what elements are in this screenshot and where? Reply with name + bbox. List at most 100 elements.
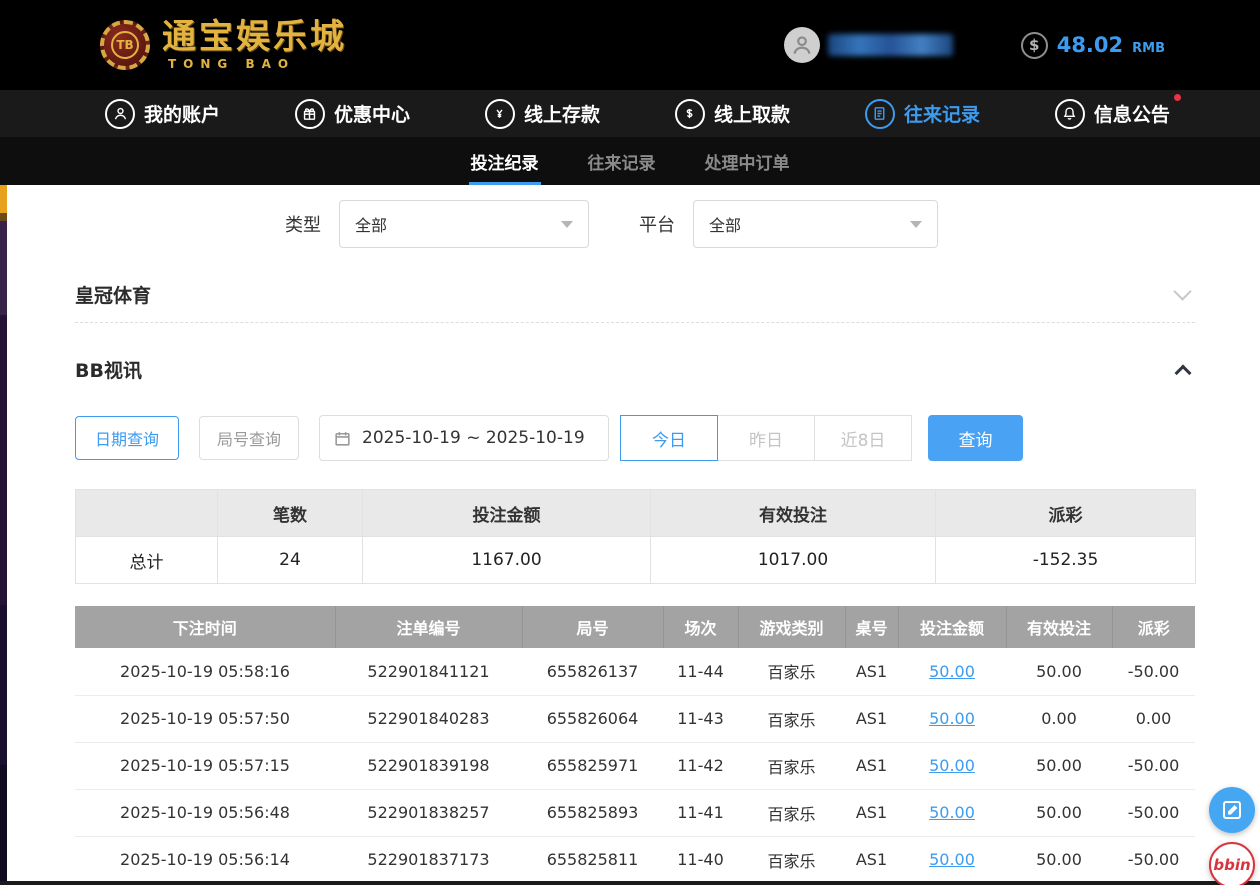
cell-session: 11-44	[663, 648, 738, 695]
balance[interactable]: $ 48.02 RMB	[1021, 32, 1165, 59]
table-row: 2025-10-19 05:57:50 522901840283 6558260…	[75, 695, 1195, 742]
platform-label: 平台	[639, 211, 675, 237]
user-icon	[105, 99, 135, 129]
cell-order: 522901838257	[335, 789, 522, 836]
tab-bet-records[interactable]: 投注纪录	[469, 137, 541, 185]
chip-tb-label: TB	[111, 31, 139, 59]
cell-table: AS1	[845, 789, 898, 836]
cell-payout: 0.00	[1112, 695, 1195, 742]
summary-count: 24	[218, 537, 363, 584]
balance-currency: RMB	[1132, 35, 1165, 56]
cell-game: 百家乐	[738, 789, 845, 836]
cell-game: 百家乐	[738, 836, 845, 883]
chevron-up-icon[interactable]	[1175, 365, 1192, 382]
detail-header-round: 局号	[522, 606, 663, 648]
date-range-input[interactable]: 2025-10-19 ~ 2025-10-19	[319, 415, 609, 461]
cell-round: 655826137	[522, 648, 663, 695]
summary-total-label: 总计	[76, 537, 218, 584]
chevron-down-icon[interactable]	[1173, 282, 1191, 300]
avatar[interactable]	[784, 27, 820, 63]
cell-time: 2025-10-19 05:56:14	[75, 836, 335, 883]
detail-header-time: 下注时间	[75, 606, 335, 648]
logo-title: 通宝娱乐城	[162, 19, 347, 56]
today-button[interactable]: 今日	[620, 415, 718, 461]
round-query-button[interactable]: 局号查询	[199, 416, 299, 460]
cell-payout: -50.00	[1112, 742, 1195, 789]
quick-date-segment: 今日 昨日 近8日	[621, 415, 912, 461]
balance-amount: 48.02	[1057, 33, 1123, 57]
top-header: TB 通宝娱乐城 TONG BAO $ 48.02 RMB	[0, 0, 1260, 90]
summary-payout: -152.35	[936, 537, 1196, 584]
site-logo[interactable]: TB 通宝娱乐城 TONG BAO	[100, 19, 347, 70]
bet-amount-link[interactable]: 50.00	[929, 850, 975, 869]
section-crown-sports[interactable]: 皇冠体育	[75, 272, 1195, 316]
summary-header-row: 笔数 投注金额 有效投注 派彩	[76, 490, 1196, 537]
cell-time: 2025-10-19 05:57:15	[75, 742, 335, 789]
nav-item-withdraw[interactable]: 线上取款	[675, 99, 790, 129]
summary-header-valid-bet: 有效投注	[651, 490, 936, 537]
bell-icon	[1055, 99, 1085, 129]
nav-item-my-account[interactable]: 我的账户	[105, 99, 220, 129]
calendar-icon	[333, 429, 352, 448]
search-button[interactable]: 查询	[928, 415, 1023, 461]
chevron-down-icon	[910, 221, 922, 228]
nav-item-announcements[interactable]: 信息公告	[1055, 99, 1170, 129]
cell-game: 百家乐	[738, 742, 845, 789]
section-bb-video[interactable]: BB视讯	[75, 347, 1195, 391]
nav-label: 优惠中心	[334, 100, 410, 127]
cell-payout: -50.00	[1112, 648, 1195, 695]
yesterday-button[interactable]: 昨日	[717, 415, 815, 461]
cell-session: 11-43	[663, 695, 738, 742]
bbin-logo-button[interactable]: bbin	[1209, 842, 1255, 885]
notification-badge	[1174, 94, 1181, 101]
last8days-button[interactable]: 近8日	[814, 415, 912, 461]
cell-order: 522901841121	[335, 648, 522, 695]
bbin-label: bbin	[1213, 856, 1250, 874]
user-icon	[789, 32, 815, 58]
poker-chip-icon: TB	[100, 20, 150, 70]
detail-header-row: 下注时间 注单编号 局号 场次 游戏类别 桌号 投注金额 有效投注 派彩	[75, 606, 1195, 648]
nav-label: 线上存款	[524, 100, 600, 127]
logo-text: 通宝娱乐城 TONG BAO	[162, 19, 347, 70]
user-area[interactable]	[784, 27, 953, 63]
table-row: 2025-10-19 05:56:14 522901837173 6558258…	[75, 836, 1195, 883]
cell-table: AS1	[845, 836, 898, 883]
cell-valid: 50.00	[1006, 789, 1112, 836]
bet-amount-link[interactable]: 50.00	[929, 803, 975, 822]
cell-game: 百家乐	[738, 648, 845, 695]
detail-header-bet: 投注金额	[898, 606, 1006, 648]
cell-round: 655825971	[522, 742, 663, 789]
detail-header-valid: 有效投注	[1006, 606, 1112, 648]
summary-bet-amount: 1167.00	[363, 537, 651, 584]
cell-valid: 50.00	[1006, 742, 1112, 789]
bet-amount-link[interactable]: 50.00	[929, 756, 975, 775]
cell-session: 11-42	[663, 742, 738, 789]
cell-session: 11-41	[663, 789, 738, 836]
summary-header-blank	[76, 490, 218, 537]
divider	[75, 322, 1195, 323]
bet-amount-link[interactable]: 50.00	[929, 662, 975, 681]
nav-label: 线上取款	[714, 100, 790, 127]
platform-dropdown[interactable]: 全部	[693, 200, 938, 248]
section-title: BB视讯	[75, 356, 142, 383]
cell-table: AS1	[845, 742, 898, 789]
nav-item-records[interactable]: 往来记录	[865, 99, 980, 129]
table-row: 2025-10-19 05:56:48 522901838257 6558258…	[75, 789, 1195, 836]
summary-header-count: 笔数	[218, 490, 363, 537]
cell-order: 522901837173	[335, 836, 522, 883]
query-bar: 日期查询 局号查询 2025-10-19 ~ 2025-10-19 今日 昨日 …	[75, 415, 1195, 461]
summary-table: 笔数 投注金额 有效投注 派彩 总计 24 1167.00 1017.00 -1…	[75, 489, 1196, 584]
date-query-button[interactable]: 日期查询	[75, 416, 179, 460]
nav-item-promotions[interactable]: 优惠中心	[295, 99, 410, 129]
cell-time: 2025-10-19 05:58:16	[75, 648, 335, 695]
page-bottom-edge	[0, 881, 1260, 885]
type-dropdown[interactable]: 全部	[339, 200, 589, 248]
gift-icon	[295, 99, 325, 129]
customer-service-button[interactable]	[1209, 787, 1255, 833]
tab-processing-orders[interactable]: 处理中订单	[703, 137, 792, 185]
tab-transaction-records[interactable]: 往来记录	[586, 137, 658, 185]
bet-amount-link[interactable]: 50.00	[929, 709, 975, 728]
records-icon	[865, 99, 895, 129]
nav-item-deposit[interactable]: 线上存款	[485, 99, 600, 129]
chevron-down-icon	[561, 221, 573, 228]
